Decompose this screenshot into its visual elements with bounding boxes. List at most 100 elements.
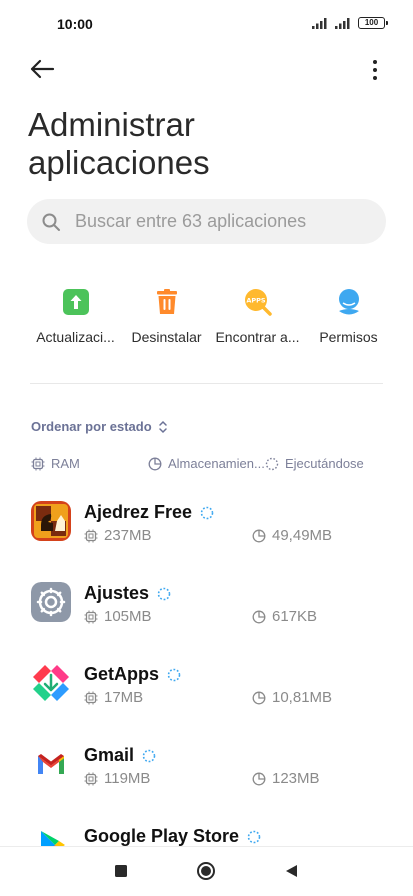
legend: RAM Almacenamien... Ejecutándose xyxy=(31,456,383,474)
app-storage: 10,81MB xyxy=(252,689,332,706)
home-circle-icon xyxy=(197,862,215,880)
page-title-line2: aplicaciones xyxy=(28,144,210,181)
legend-storage-label: Almacenamien... xyxy=(168,456,265,471)
signal-icon xyxy=(312,18,327,29)
app-row[interactable]: Gmail 119MB 123MB xyxy=(0,739,413,799)
trash-icon xyxy=(150,285,184,319)
square-icon xyxy=(115,865,127,877)
app-storage-value: 10,81MB xyxy=(272,689,333,706)
search-input[interactable] xyxy=(75,211,355,232)
action-uninstall-label: Desinstalar xyxy=(131,329,202,345)
triangle-back-icon xyxy=(286,865,297,877)
sort-button[interactable]: Ordenar por estado xyxy=(31,419,168,434)
status-time: 10:00 xyxy=(57,16,93,32)
storage-pie-icon xyxy=(252,772,266,785)
app-storage: 123MB xyxy=(252,770,320,787)
running-indicator-icon xyxy=(167,668,181,681)
home-button[interactable] xyxy=(196,861,216,886)
legend-running: Ejecutándose xyxy=(265,456,364,471)
legend-running-label: Ejecutándose xyxy=(285,456,364,471)
ram-chip-icon xyxy=(31,457,45,470)
app-row[interactable]: Ajedrez Free 237MB 49,49MB xyxy=(0,496,413,556)
app-name: Google Play Store xyxy=(84,826,240,846)
update-icon xyxy=(59,285,93,319)
app-storage-value: 49,49MB xyxy=(272,527,333,544)
running-indicator-icon xyxy=(142,749,156,762)
action-update-label: Actualizaci... xyxy=(36,329,115,345)
storage-pie-icon xyxy=(252,610,266,623)
app-name: Gmail xyxy=(84,745,135,765)
actions-row: Actualizaci... Desinstalar APPS Encontra… xyxy=(30,285,383,355)
app-ram-value: 119MB xyxy=(104,770,151,787)
more-options-button[interactable] xyxy=(367,57,383,83)
status-bar: 10:00 100 xyxy=(0,0,413,48)
app-ram: 237MB xyxy=(84,527,152,544)
dot-icon xyxy=(373,68,377,72)
ram-chip-icon xyxy=(84,610,98,623)
dot-icon xyxy=(373,60,377,64)
app-storage: 49,49MB xyxy=(252,527,332,544)
status-icons: 100 xyxy=(312,17,388,29)
getapps-icon xyxy=(31,663,71,703)
app-storage: 617KB xyxy=(252,608,317,625)
permissions-icon xyxy=(332,285,366,319)
top-bar xyxy=(0,50,413,90)
divider xyxy=(30,383,383,384)
back-arrow-icon xyxy=(30,59,55,79)
action-find-apps-label: Encontrar a... xyxy=(215,329,300,345)
storage-pie-icon xyxy=(252,529,266,542)
running-dotted-icon xyxy=(265,457,279,470)
page-title: Administrar aplicaciones xyxy=(28,106,210,182)
dot-icon xyxy=(373,76,377,80)
settings-gear-icon xyxy=(31,582,71,622)
legend-ram-label: RAM xyxy=(51,456,80,471)
search-bar[interactable] xyxy=(27,199,386,244)
back-nav-button[interactable] xyxy=(284,864,298,883)
chess-icon xyxy=(31,501,71,541)
svg-text:APPS: APPS xyxy=(246,297,266,305)
action-uninstall[interactable]: Desinstalar xyxy=(121,285,212,355)
apps-search-icon: APPS xyxy=(241,285,275,319)
app-name-wrap: GetApps xyxy=(84,664,181,685)
back-button[interactable] xyxy=(29,56,59,82)
action-find-apps[interactable]: APPS Encontrar a... xyxy=(212,285,303,355)
navigation-bar xyxy=(0,846,413,896)
sort-label: Ordenar por estado xyxy=(31,419,152,434)
app-name-wrap: Ajustes xyxy=(84,583,171,604)
sort-chevron-icon xyxy=(158,420,167,433)
search-icon xyxy=(42,213,60,231)
page-title-line1: Administrar xyxy=(28,106,195,143)
running-indicator-icon xyxy=(247,830,261,843)
app-name: Ajustes xyxy=(84,583,150,603)
legend-ram: RAM xyxy=(31,456,80,471)
app-ram-value: 17MB xyxy=(104,689,144,706)
ram-chip-icon xyxy=(84,772,98,785)
recents-button[interactable] xyxy=(114,864,128,883)
app-name-wrap: Google Play Store xyxy=(84,826,261,847)
app-ram: 105MB xyxy=(84,608,152,625)
gmail-icon xyxy=(31,744,71,784)
storage-pie-icon xyxy=(252,691,266,704)
app-ram-value: 237MB xyxy=(104,527,152,544)
ram-chip-icon xyxy=(84,691,98,704)
app-name-wrap: Ajedrez Free xyxy=(84,502,214,523)
ram-chip-icon xyxy=(84,529,98,542)
app-row[interactable]: GetApps 17MB 10,81MB xyxy=(0,658,413,718)
running-indicator-icon xyxy=(200,506,214,519)
running-indicator-icon xyxy=(157,587,171,600)
storage-pie-icon xyxy=(148,457,162,470)
legend-storage: Almacenamien... xyxy=(148,456,265,471)
app-ram: 119MB xyxy=(84,770,150,787)
action-permissions-label: Permisos xyxy=(319,329,378,345)
signal-icon-2 xyxy=(335,18,350,29)
app-storage-value: 123MB xyxy=(272,770,320,787)
app-name: Ajedrez Free xyxy=(84,502,193,522)
app-ram-value: 105MB xyxy=(104,608,152,625)
app-storage-value: 617KB xyxy=(272,608,318,625)
action-permissions[interactable]: Permisos xyxy=(303,285,394,355)
action-update[interactable]: Actualizaci... xyxy=(30,285,121,355)
battery-icon: 100 xyxy=(358,17,388,29)
app-name-wrap: Gmail xyxy=(84,745,156,766)
app-ram: 17MB xyxy=(84,689,143,706)
app-row[interactable]: Ajustes 105MB 617KB xyxy=(0,577,413,637)
